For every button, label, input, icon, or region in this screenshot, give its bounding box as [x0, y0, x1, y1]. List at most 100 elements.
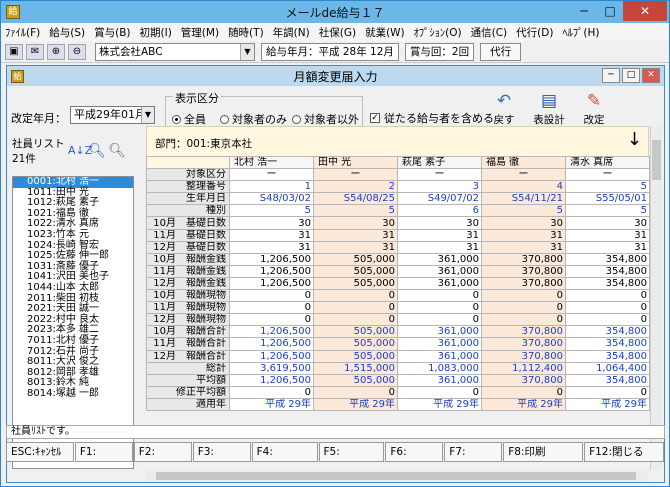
radio-target-only[interactable]: 対象者のみ — [220, 111, 287, 127]
grid-cell[interactable]: 354,800 — [565, 252, 650, 266]
grid-cell[interactable]: 370,800 — [481, 349, 566, 363]
grid-cell[interactable]: 平成 29年 — [565, 397, 650, 411]
grid-cell[interactable]: 354,800 — [565, 276, 650, 291]
list-item[interactable]: 8014:塚越 一郎 — [13, 388, 133, 400]
radio-non-target[interactable]: 対象者以外 — [292, 111, 359, 127]
grid-cell[interactable]: 31 — [229, 240, 314, 254]
menu-proxy[interactable]: 代行(D) — [516, 25, 553, 40]
grid-cell[interactable]: 361,000 — [397, 276, 482, 291]
grid-cell[interactable]: 354,800 — [565, 325, 650, 339]
grid-cell[interactable]: 31 — [229, 228, 314, 242]
f7-button[interactable]: F7: — [444, 442, 503, 462]
grid-cell[interactable]: 0 — [397, 301, 482, 315]
grid-cell[interactable]: 5 — [481, 204, 566, 218]
arrow-down-icon[interactable]: ↓ — [627, 129, 642, 150]
menu-help[interactable]: ﾍﾙﾌﾟ(H) — [562, 25, 599, 40]
menu-initial[interactable]: 初期(I) — [140, 25, 172, 40]
include-retired-checkbox[interactable]: ✓ 従たる給与者を含める — [370, 110, 494, 126]
mail-icon[interactable]: ✉ — [26, 43, 44, 60]
menu-manage[interactable]: 管理(M) — [181, 25, 219, 40]
grid-cell[interactable]: 361,000 — [397, 325, 482, 339]
grid-cell[interactable]: 30 — [229, 216, 314, 230]
menu-bonus[interactable]: 賞与(B) — [94, 25, 130, 40]
horizontal-scrollbar[interactable] — [146, 471, 649, 481]
grid-cell[interactable]: 0 — [565, 313, 650, 327]
radio-all[interactable]: 全員 — [172, 111, 206, 127]
menu-insurance[interactable]: 社保(G) — [319, 25, 356, 40]
grid-cell[interactable]: 361,000 — [397, 373, 482, 387]
grid-cell[interactable]: 1,083,000 — [397, 361, 482, 375]
form-restore-button[interactable]: □ — [622, 68, 640, 83]
grid-cell[interactable]: 1 — [229, 180, 314, 194]
grid-cell[interactable]: 1,206,500 — [229, 349, 314, 363]
list-item[interactable]: 7011:北村 優子 — [13, 335, 133, 347]
grid-cell[interactable]: S55/05/01 — [565, 192, 650, 206]
f6-button[interactable]: F6: — [385, 442, 444, 462]
grid-cell[interactable]: 0 — [313, 313, 398, 327]
grid-cell[interactable]: 354,800 — [565, 373, 650, 387]
grid-cell[interactable]: 6 — [397, 204, 482, 218]
grid-cell[interactable]: 3,619,500 — [229, 361, 314, 375]
grid-cell[interactable]: 505,000 — [313, 276, 398, 291]
column-header[interactable]: 清水 真席 — [565, 155, 650, 170]
grid-cell[interactable]: 505,000 — [313, 252, 398, 266]
check-icon[interactable]: ✓ — [370, 113, 380, 123]
f1-button[interactable]: F1: — [74, 442, 133, 462]
f4-button[interactable]: F4: — [251, 442, 318, 462]
zoom-in-icon[interactable]: ⊕ — [47, 43, 65, 60]
grid-cell[interactable]: 0 — [481, 301, 566, 315]
grid-cell[interactable]: 30 — [481, 216, 566, 230]
search-icon[interactable]: 🔍︎ — [88, 142, 106, 160]
grid-cell[interactable]: 370,800 — [481, 337, 566, 351]
grid-cell[interactable]: 505,000 — [313, 349, 398, 363]
grid-cell[interactable]: ー — [313, 168, 398, 182]
list-item[interactable]: 0001:北村 浩一 — [13, 177, 133, 188]
grid-cell[interactable]: 5 — [313, 204, 398, 218]
grid-cell[interactable]: 30 — [313, 216, 398, 230]
grid-cell[interactable]: 0 — [565, 301, 650, 315]
menu-work[interactable]: 就業(W) — [365, 25, 405, 40]
company-select[interactable]: 株式会社ABC ▼ — [95, 42, 255, 61]
grid-cell[interactable]: 30 — [397, 216, 482, 230]
grid-cell[interactable]: 505,000 — [313, 337, 398, 351]
search-clear-icon[interactable]: 🔍︎ — [108, 142, 126, 160]
column-header[interactable]: 福島 徹 — [481, 155, 566, 170]
grid-cell[interactable]: 31 — [565, 228, 650, 242]
grid-cell[interactable]: 505,000 — [313, 325, 398, 339]
grid-cell[interactable]: 5 — [565, 204, 650, 218]
menu-option[interactable]: ｵﾌﾟｼｮﾝ(O) — [414, 25, 462, 40]
grid-cell[interactable]: 1,206,500 — [229, 373, 314, 387]
grid-cell[interactable]: S48/03/02 — [229, 192, 314, 206]
grid-cell[interactable]: 0 — [397, 313, 482, 327]
grid-cell[interactable]: 0 — [313, 385, 398, 399]
grid-cell[interactable]: ー — [481, 168, 566, 182]
grid-cell[interactable]: 3 — [397, 180, 482, 194]
form-close-button[interactable]: ✕ — [642, 68, 660, 83]
f8-print-button[interactable]: F8:印刷 — [503, 442, 584, 462]
revise-button[interactable]: ✎ 改定 — [572, 90, 616, 130]
grid-cell[interactable]: 31 — [481, 240, 566, 254]
back-button[interactable]: ↶ 戻す — [482, 90, 526, 130]
vertical-scrollbar[interactable] — [650, 126, 662, 470]
sort-az-icon[interactable]: A↓Z — [68, 142, 92, 160]
grid-cell[interactable]: 370,800 — [481, 325, 566, 339]
grid-cell[interactable]: 0 — [229, 313, 314, 327]
menu-anytime[interactable]: 随時(T) — [228, 25, 264, 40]
grid-cell[interactable]: 平成 29年 — [313, 397, 398, 411]
grid-cell[interactable]: S49/07/02 — [397, 192, 482, 206]
menu-year-end[interactable]: 年調(N) — [273, 25, 310, 40]
grid-cell[interactable]: 505,000 — [313, 264, 398, 278]
grid-cell[interactable]: 370,800 — [481, 252, 566, 266]
grid-cell[interactable]: 0 — [565, 289, 650, 303]
grid-cell[interactable]: 平成 29年 — [229, 397, 314, 411]
grid-cell[interactable]: 31 — [313, 228, 398, 242]
grid-cell[interactable]: 平成 29年 — [481, 397, 566, 411]
grid-cell[interactable]: 30 — [565, 216, 650, 230]
grid-cell[interactable]: 5 — [565, 180, 650, 194]
grid-cell[interactable]: 370,800 — [481, 264, 566, 278]
column-header[interactable]: 田中 光 — [313, 155, 398, 170]
grid-cell[interactable]: S54/08/25 — [313, 192, 398, 206]
grid-cell[interactable]: 0 — [397, 385, 482, 399]
radio-dot[interactable] — [220, 114, 229, 124]
grid-cell[interactable]: ー — [397, 168, 482, 182]
